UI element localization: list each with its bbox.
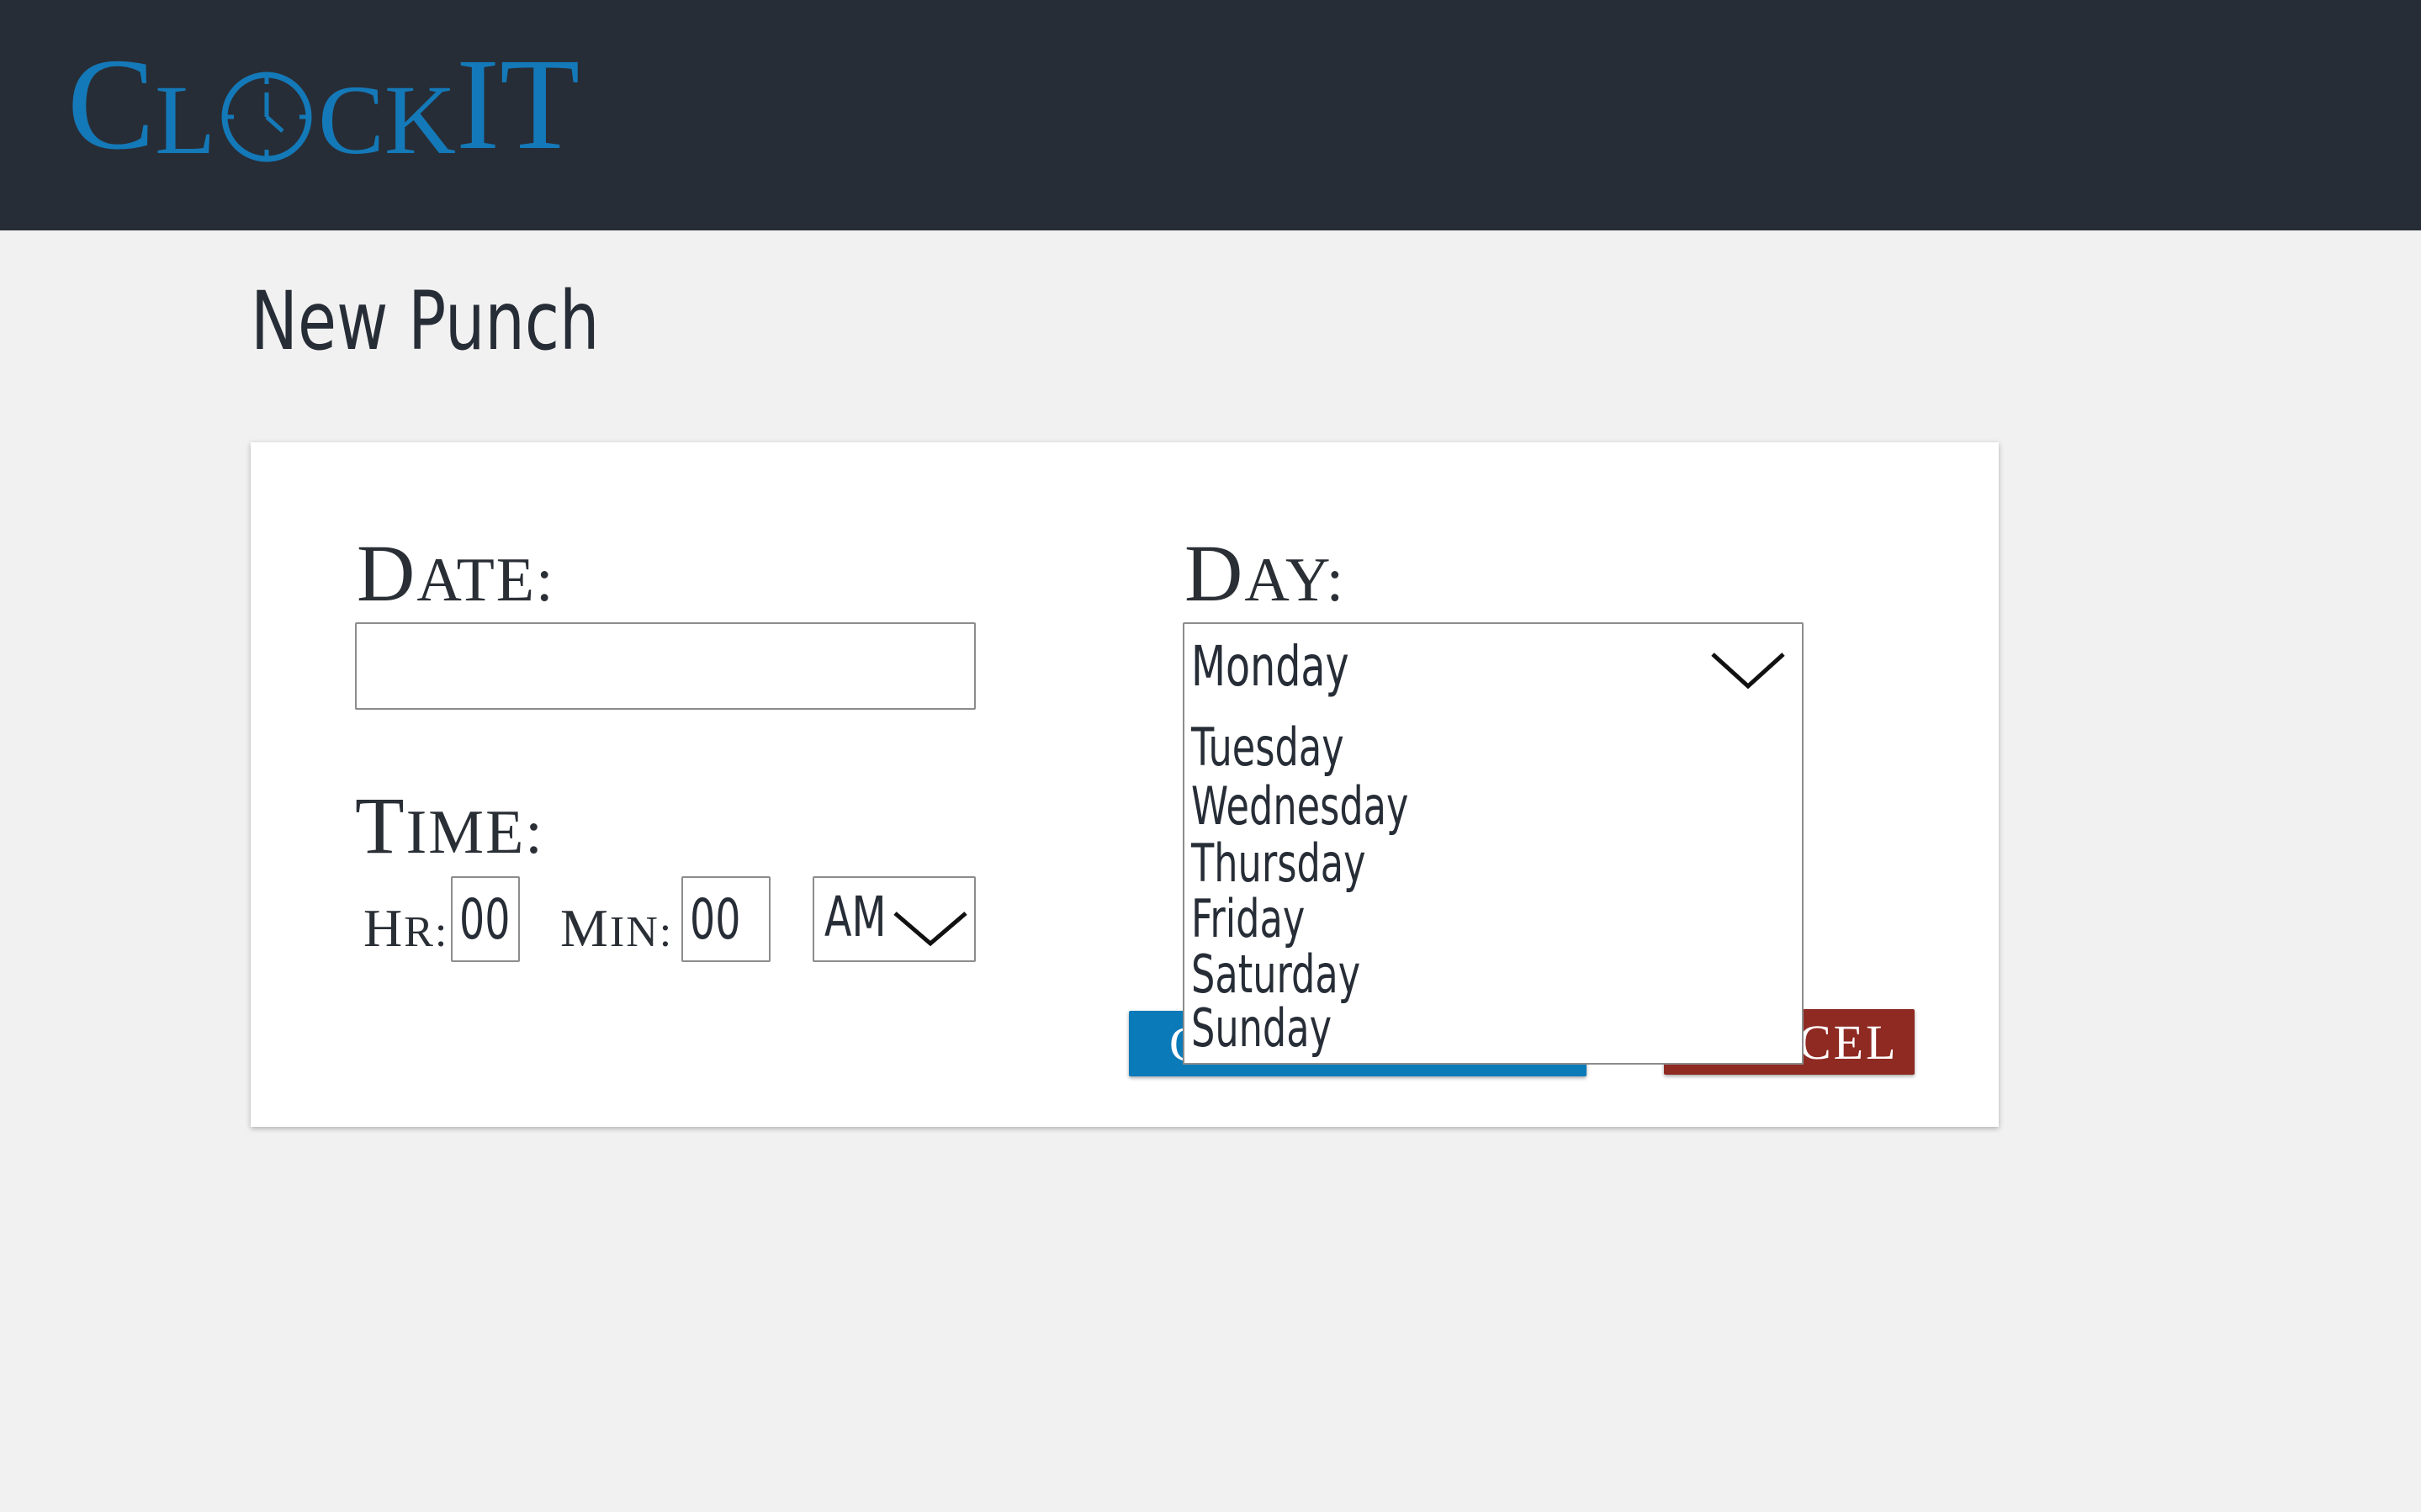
- day-dropdown-list: Tuesday Wednesday Thursday Friday Saturd…: [1183, 708, 1804, 1065]
- am-pm-select[interactable]: AM: [813, 876, 976, 962]
- cancel-button-label: CEL: [1799, 1015, 1899, 1070]
- day-option-thursday[interactable]: Thursday: [1191, 838, 1366, 890]
- day-selected-value: Monday: [1191, 634, 1349, 699]
- minute-value: 00: [690, 886, 741, 952]
- page-title: New Punch: [251, 274, 600, 368]
- day-option-friday[interactable]: Friday: [1191, 893, 1305, 945]
- time-label-cap: T: [355, 780, 406, 870]
- time-label-rest: IME:: [405, 798, 544, 867]
- day-label-cap: D: [1184, 528, 1245, 618]
- hour-input[interactable]: 00: [451, 876, 520, 962]
- minute-label: MIN:: [560, 901, 673, 955]
- hour-label-cap: H: [363, 898, 405, 958]
- new-punch-form-card: DATE: DAY: TIME: HR: 00 MIN: 00 AM C CEL…: [251, 442, 1999, 1127]
- am-pm-value: AM: [824, 885, 887, 949]
- date-label: DATE:: [357, 533, 555, 614]
- day-option-wednesday[interactable]: Wednesday: [1191, 780, 1408, 833]
- day-option-saturday[interactable]: Saturday: [1191, 949, 1360, 1001]
- day-label: DAY:: [1184, 533, 1345, 614]
- time-label: TIME:: [355, 785, 544, 866]
- logo-letter: L: [155, 65, 216, 175]
- date-label-rest: ATE:: [416, 546, 555, 615]
- minute-input[interactable]: 00: [681, 876, 771, 962]
- clock-icon: [220, 71, 313, 163]
- logo-letter: C: [67, 31, 156, 177]
- logo-letters: CK: [318, 65, 457, 175]
- hour-label: HR:: [363, 901, 448, 955]
- date-label-cap: D: [357, 528, 417, 618]
- minute-label-cap: M: [560, 898, 610, 958]
- day-option-sunday[interactable]: Sunday: [1191, 1002, 1332, 1055]
- hour-label-rest: R:: [404, 908, 449, 956]
- chevron-down-icon: [1711, 653, 1785, 690]
- minute-label-rest: IN:: [609, 908, 674, 956]
- chevron-down-icon: [893, 912, 967, 947]
- hour-value: 00: [459, 886, 511, 952]
- logo-letters: IT: [456, 31, 580, 177]
- day-label-rest: AY:: [1244, 546, 1346, 615]
- top-header-bar: C L CK IT: [0, 0, 2421, 230]
- date-input[interactable]: [355, 622, 976, 710]
- day-option-tuesday[interactable]: Tuesday: [1191, 722, 1344, 774]
- clockit-logo[interactable]: C L CK IT: [67, 39, 580, 175]
- day-select[interactable]: Monday: [1183, 622, 1804, 710]
